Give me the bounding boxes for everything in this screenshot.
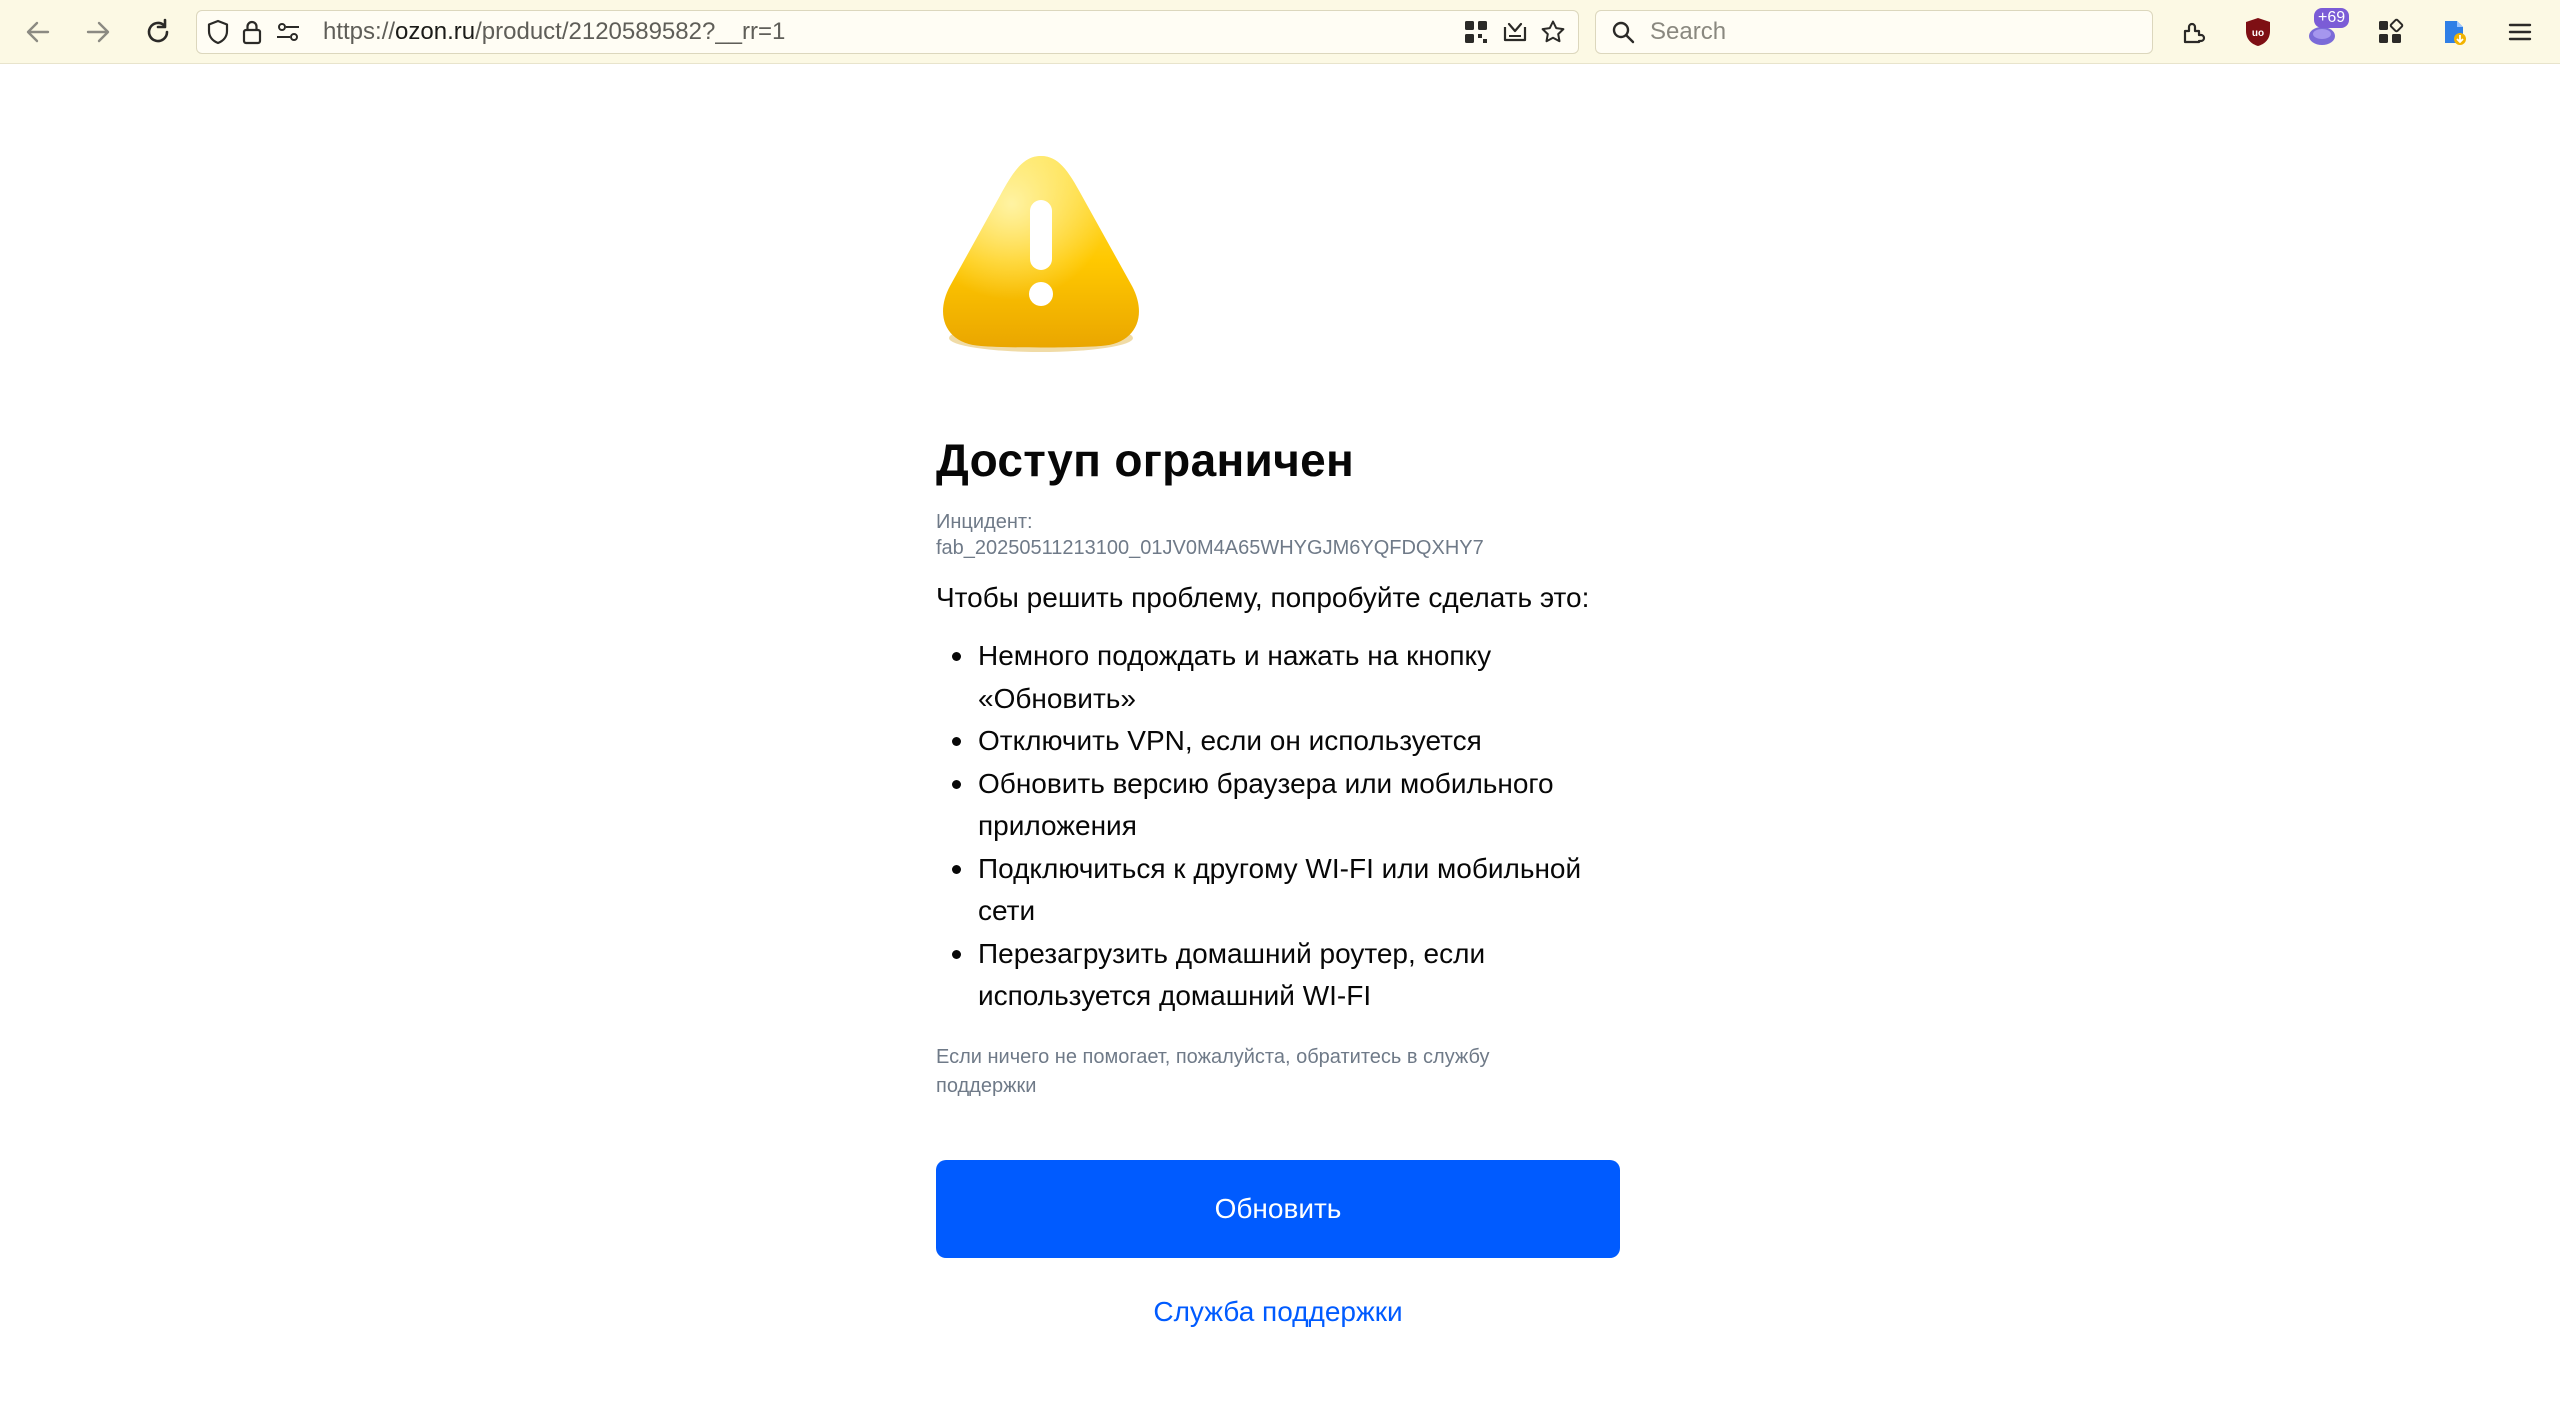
- incident-label: Инцидент:: [936, 511, 1033, 533]
- help-note: Если ничего не помогает, пожалуйста, обр…: [936, 1046, 1490, 1097]
- browser-toolbar: https://ozon.ru/product/2120589582?__rr=…: [0, 0, 2560, 64]
- url-host: ozon.ru: [395, 18, 476, 45]
- search-placeholder: Search: [1650, 18, 1727, 45]
- support-link[interactable]: Служба поддержки: [936, 1296, 1620, 1328]
- forward-button[interactable]: [78, 12, 118, 52]
- refresh-button[interactable]: Обновить: [936, 1160, 1620, 1258]
- permissions-icon[interactable]: [275, 19, 301, 45]
- list-item: Перезагрузить домашний роутер, если испо…: [936, 933, 1626, 1018]
- bullet-icon: [952, 864, 961, 874]
- reload-button[interactable]: [138, 12, 178, 52]
- url-text[interactable]: https://ozon.ru/product/2120589582?__rr=…: [323, 11, 785, 53]
- intro-text: Чтобы решить проблему, попробуйте сделат…: [936, 582, 1590, 613]
- lock-icon[interactable]: [239, 19, 265, 45]
- url-scheme: https://: [323, 18, 396, 45]
- menu-button[interactable]: [2500, 12, 2540, 52]
- apps-grid-icon: [2379, 18, 2404, 43]
- qr-icon[interactable]: [1463, 19, 1489, 45]
- extension-purple-button[interactable]: +69: [2302, 8, 2350, 52]
- tips-list: Немного подождать и нажать на кнопку «Об…: [936, 635, 1626, 1018]
- url-path: /product/2120589582?__rr=1: [475, 18, 786, 45]
- reader-view-icon[interactable]: [1502, 19, 1528, 45]
- downloads-button[interactable]: [2434, 12, 2474, 52]
- bullet-icon: [952, 949, 961, 959]
- reload-icon: [147, 18, 169, 43]
- list-item: Немного подождать и нажать на кнопку «Об…: [936, 635, 1626, 720]
- extensions-button[interactable]: [2174, 12, 2214, 52]
- extension-badge: +69: [2314, 8, 2350, 28]
- page-title: Доступ ограничен: [936, 434, 1355, 486]
- search-bar[interactable]: Search: [1595, 10, 2153, 54]
- bullet-icon: [952, 737, 961, 746]
- bookmark-star-icon[interactable]: [1540, 19, 1566, 45]
- extensions-icon: [2183, 22, 2206, 44]
- forward-icon: [86, 21, 110, 43]
- back-icon: [26, 21, 50, 43]
- apps-grid-button[interactable]: [2370, 12, 2410, 52]
- address-bar[interactable]: https://ozon.ru/product/2120589582?__rr=…: [196, 10, 1579, 54]
- menu-icon: [2508, 23, 2532, 41]
- bullet-icon: [952, 779, 961, 789]
- ublock-icon: uo: [2246, 18, 2270, 46]
- tip-text: Немного подождать и нажать на кнопку «Об…: [978, 640, 1492, 714]
- shield-icon[interactable]: [205, 19, 231, 45]
- svg-text:uo: uo: [2252, 28, 2264, 39]
- search-icon: [1610, 19, 1636, 45]
- back-button[interactable]: [18, 12, 58, 52]
- list-item: Обновить версию браузера или мобильного …: [936, 763, 1626, 848]
- tip-text: Подключиться к другому WI-FI или мобильн…: [978, 852, 1582, 927]
- bullet-icon: [952, 652, 961, 661]
- tip-text: Обновить версию браузера или мобильного …: [978, 767, 1554, 842]
- ublock-button[interactable]: uo: [2238, 12, 2278, 52]
- list-item: Подключиться к другому WI-FI или мобильн…: [936, 848, 1626, 933]
- list-item: Отключить VPN, если он используется: [936, 720, 1626, 763]
- warning-icon: [943, 156, 1139, 352]
- downloads-icon: [2445, 21, 2466, 45]
- tip-text: Перезагрузить домашний роутер, если испо…: [978, 937, 1486, 1012]
- tip-text: Отключить VPN, если он используется: [978, 725, 1482, 756]
- incident-code: fab_20250511213100_01JV0M4A65WHYGJM6YQFD…: [936, 537, 1484, 559]
